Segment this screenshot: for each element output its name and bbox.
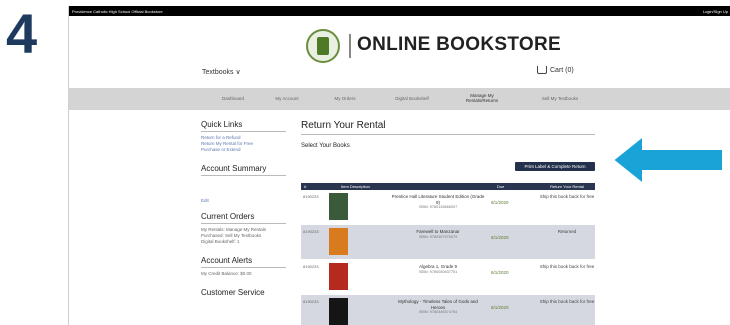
cart-icon — [537, 66, 547, 74]
book-description: Mythology - Timeless Tales of Gods and H… — [391, 299, 485, 316]
brand-title: ONLINE BOOKSTORE — [357, 34, 561, 55]
cart-label: Cart (0) — [550, 66, 574, 74]
row-id: 8190233 — [303, 264, 319, 269]
edit-link[interactable]: Edit — [201, 198, 286, 204]
book-isbn: ISBN: 9780030837751 — [418, 269, 458, 274]
site-name: Providence Catholic High School Official… — [72, 8, 163, 14]
col-due: Due — [497, 184, 505, 189]
book-description: Prentice Hall Literature Student Edition… — [391, 194, 485, 211]
due-date: 6/1/2020 — [491, 270, 509, 275]
due-date: 6/1/2020 — [491, 200, 509, 205]
current-orders-digital[interactable]: Digital Bookshelf: 1 — [201, 239, 286, 245]
pointer-arrow-icon — [611, 135, 724, 185]
table-row: 8190233 Mythology - Timeless Tales of God… — [301, 295, 595, 325]
book-title: Algebra 1, Grade 9 — [418, 264, 458, 269]
table-row: 8190233 Algebra 1, Grade 9 ISBN: 978003083… — [301, 260, 595, 295]
book-isbn: ISBN: 9780133666007 — [418, 205, 458, 209]
textbooks-menu[interactable]: Textbooks ∨ — [202, 68, 241, 76]
account-summary-heading: Account Summary — [201, 164, 286, 176]
logo-area: ONLINE BOOKSTORE — [69, 26, 730, 66]
book-title: Farewell to Manzanar — [416, 229, 460, 234]
page-subtitle: Select Your Books — [301, 143, 350, 149]
top-bar: Providence Catholic High School Official… — [69, 6, 730, 16]
account-alerts-heading: Account Alerts — [201, 256, 286, 268]
nav-item-manage-rentals[interactable]: Manage My Rentals/Returns — [463, 93, 501, 103]
due-date: 6/1/2020 — [491, 305, 509, 310]
main-nav: Dashboard My Account My Orders Digital B… — [69, 88, 730, 110]
nav-item-my-orders[interactable]: My Orders — [325, 96, 365, 101]
book-description: Farewell to Manzanar ISBN: 9780307976079 — [391, 229, 485, 240]
book-isbn: ISBN: 9780446574754 — [418, 310, 458, 314]
nav-item-my-account[interactable]: My Account — [267, 96, 307, 101]
row-id: 8190233 — [303, 229, 319, 234]
return-status[interactable]: Ship this book back for free — [539, 264, 595, 270]
page-title: Return Your Rental — [301, 120, 595, 135]
book-title: Prentice Hall Literature Student Edition… — [391, 194, 485, 205]
due-date: 6/1/2020 — [491, 235, 509, 240]
nav-item-sell-textbooks[interactable]: Sell My Textbooks — [535, 96, 585, 101]
step-number: 4 — [6, 2, 38, 65]
current-orders-heading: Current Orders — [201, 212, 286, 224]
row-id: 8190233 — [303, 299, 319, 304]
return-status[interactable]: Returned — [539, 229, 595, 235]
col-return: Return Your Rental — [550, 184, 584, 189]
book-cover-image — [329, 193, 348, 220]
return-status[interactable]: Ship this book back for free — [539, 194, 595, 200]
return-status[interactable]: Ship this book back for free — [539, 299, 595, 305]
book-cover-image — [329, 228, 348, 255]
book-isbn: ISBN: 9780307976079 — [418, 234, 458, 239]
book-cover-image — [329, 263, 348, 290]
book-cover-image — [329, 298, 348, 325]
cart-link[interactable]: Cart (0) — [537, 66, 574, 74]
logo-divider — [349, 34, 351, 58]
table-row: 8190233 Farewell to Manzanar ISBN: 9780307… — [301, 225, 595, 260]
main-content: Return Your Rental Select Your Books Pri… — [301, 120, 595, 325]
nav-item-digital-bookshelf[interactable]: Digital Bookshelf — [387, 96, 437, 101]
col-description: Item Description — [341, 184, 370, 189]
credit-balance: My Credit Balance: $0.00 — [201, 271, 252, 276]
purchase-extend-link[interactable]: Purchase or Extend — [201, 147, 286, 153]
row-id: 8190233 — [303, 194, 319, 199]
login-link[interactable]: Login/Sign Up — [703, 9, 728, 14]
book-description: Algebra 1, Grade 9 ISBN: 9780030837751 — [391, 264, 485, 275]
col-number: # — [304, 184, 307, 189]
school-logo-icon[interactable] — [306, 29, 340, 63]
book-title: Mythology - Timeless Tales of Gods and H… — [398, 299, 478, 310]
table-row: 8190233 Prentice Hall Literature Student … — [301, 190, 595, 225]
quick-links-heading: Quick Links — [201, 120, 286, 132]
customer-service-heading: Customer Service — [201, 288, 265, 297]
table-header: # Item Description Due Return Your Renta… — [301, 183, 595, 190]
print-label-button[interactable]: Print Label & Complete Return — [515, 162, 595, 171]
nav-item-dashboard[interactable]: Dashboard — [213, 96, 253, 101]
rentals-table: # Item Description Due Return Your Renta… — [301, 183, 595, 325]
sidebar: Quick Links Return for a Refund Return M… — [201, 120, 286, 302]
